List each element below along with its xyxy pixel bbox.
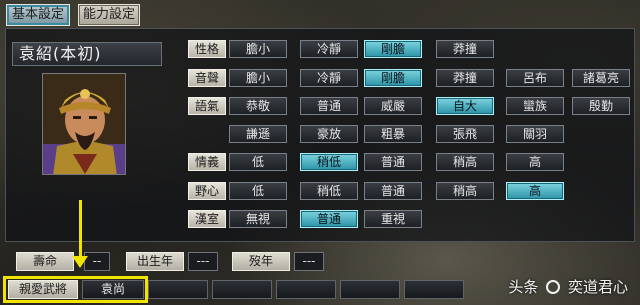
option-personality[interactable]: 冷靜 (300, 40, 358, 58)
option-tone[interactable]: 普通 (300, 97, 358, 115)
option-tone[interactable]: 殷勤 (572, 97, 630, 115)
option-voice[interactable]: 冷靜 (300, 69, 358, 87)
favorite-slot[interactable] (148, 280, 208, 299)
option-ambition[interactable]: 稍高 (436, 182, 494, 200)
option-voice[interactable]: 膽小 (229, 69, 287, 87)
at-icon (546, 280, 561, 294)
option-loyalty[interactable]: 稍高 (436, 153, 494, 171)
tab-ability-settings[interactable]: 能力設定 (78, 4, 140, 26)
option-loyalty[interactable]: 低 (229, 153, 287, 171)
option-tone[interactable]: 張飛 (436, 125, 494, 143)
option-loyalty[interactable]: 稍低 (300, 153, 358, 171)
option-han-dynasty[interactable]: 重視 (364, 210, 422, 228)
option-tone[interactable]: 威嚴 (364, 97, 422, 115)
option-voice[interactable]: 諸葛亮 (572, 69, 630, 87)
lifespan-label: 壽命 (16, 252, 74, 271)
annotation-highlight-box (3, 276, 148, 303)
option-ambition[interactable]: 稍低 (300, 182, 358, 200)
option-tone[interactable]: 蠻族 (506, 97, 564, 115)
option-voice[interactable]: 剛膽 (364, 69, 422, 87)
favorite-slot[interactable] (404, 280, 464, 299)
option-personality[interactable]: 莽撞 (436, 40, 494, 58)
label-tone: 語氣 (188, 97, 226, 115)
option-loyalty[interactable]: 高 (506, 153, 564, 171)
option-tone[interactable]: 關羽 (506, 125, 564, 143)
annotation-arrow-shaft (79, 200, 82, 260)
watermark-prefix: 头条 (508, 278, 539, 296)
option-personality[interactable]: 膽小 (229, 40, 287, 58)
option-ambition[interactable]: 普通 (364, 182, 422, 200)
option-voice[interactable]: 呂布 (506, 69, 564, 87)
option-voice[interactable]: 莽撞 (436, 69, 494, 87)
option-loyalty[interactable]: 普通 (364, 153, 422, 171)
favorite-slot[interactable] (276, 280, 336, 299)
officer-portrait (42, 73, 126, 175)
option-han-dynasty[interactable]: 無視 (229, 210, 287, 228)
death-year-value: --- (294, 252, 324, 271)
option-tone[interactable]: 恭敬 (229, 97, 287, 115)
option-tone[interactable]: 自大 (436, 97, 494, 115)
death-year-label: 歿年 (232, 252, 290, 271)
label-ambition: 野心 (188, 182, 226, 200)
watermark-suffix: 奕道君心 (567, 278, 628, 296)
label-loyalty: 情義 (188, 153, 226, 171)
favorite-slot[interactable] (212, 280, 272, 299)
option-tone[interactable]: 豪放 (300, 125, 358, 143)
option-han-dynasty[interactable]: 普通 (300, 210, 358, 228)
option-tone[interactable]: 謙遜 (229, 125, 287, 143)
option-ambition[interactable]: 低 (229, 182, 287, 200)
birth-year-label: 出生年 (126, 252, 184, 271)
label-voice: 音聲 (188, 69, 226, 87)
tab-basic-settings[interactable]: 基本設定 (6, 4, 70, 26)
favorite-slot[interactable] (340, 280, 400, 299)
birth-year-value: --- (188, 252, 218, 271)
watermark: 头条 奕道君心 (508, 277, 628, 297)
annotation-arrow-head (72, 256, 88, 268)
option-tone[interactable]: 粗暴 (364, 125, 422, 143)
label-personality: 性格 (188, 40, 226, 58)
officer-name: 袁紹(本初) (12, 42, 162, 66)
option-ambition[interactable]: 高 (506, 182, 564, 200)
option-personality[interactable]: 剛膽 (364, 40, 422, 58)
label-han-dynasty: 漢室 (188, 210, 226, 228)
